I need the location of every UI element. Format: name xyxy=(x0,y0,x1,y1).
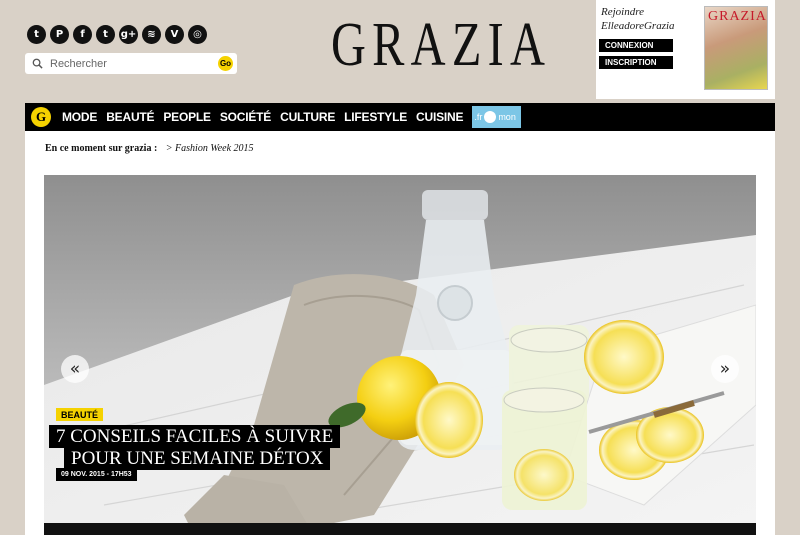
partner-link[interactable]: .fr mon xyxy=(472,106,522,128)
search-input[interactable] xyxy=(50,57,210,70)
cover-title: GRAZIA xyxy=(708,9,767,24)
trending-bar: En ce moment sur grazia : > Fashion Week… xyxy=(45,143,254,154)
nav-item-lifestyle[interactable]: LIFESTYLE xyxy=(344,110,407,124)
instagram-icon[interactable]: ◎ xyxy=(188,25,207,44)
google-plus-icon[interactable]: g+ xyxy=(119,25,138,44)
signup-button[interactable]: INSCRIPTION xyxy=(599,56,673,69)
hero-title-line1: 7 CONSEILS FACILES À SUIVRE xyxy=(49,425,341,448)
site-logo[interactable]: GRAZIA xyxy=(331,10,551,81)
join-line1: Rejoindre xyxy=(601,6,644,18)
join-panel: Rejoindre ElleadoreGrazia CONNEXION INSC… xyxy=(596,0,775,99)
vine-icon[interactable]: V xyxy=(165,25,184,44)
partner-label2: mon xyxy=(498,112,516,122)
publish-date: 09 NOV. 2015 - 17H53 xyxy=(56,468,137,481)
magazine-cover[interactable]: GRAZIA xyxy=(704,6,768,90)
hero-image xyxy=(44,175,756,535)
nav-item-cuisine[interactable]: CUISINE xyxy=(416,110,463,124)
facebook-icon[interactable]: f xyxy=(73,25,92,44)
nav-item-people[interactable]: PEOPLE xyxy=(163,110,211,124)
main-nav: G MODE BEAUTÉ PEOPLE SOCIÉTÉ CULTURE LIF… xyxy=(25,103,775,131)
slider-bottom-bar xyxy=(44,523,756,535)
join-line2: ElleadoreGrazia xyxy=(601,20,675,32)
nav-item-mode[interactable]: MODE xyxy=(62,110,97,124)
tumblr-icon[interactable]: t xyxy=(27,25,46,44)
content-panel: En ce moment sur grazia : > Fashion Week… xyxy=(25,131,775,535)
rss-icon[interactable]: ≋ xyxy=(142,25,161,44)
next-slide-button[interactable]: » xyxy=(711,355,739,383)
social-links: t P f t g+ ≋ V ◎ xyxy=(27,25,207,44)
twitter-icon[interactable]: t xyxy=(96,25,115,44)
pinterest-icon[interactable]: P xyxy=(50,25,69,44)
category-badge[interactable]: BEAUTÉ xyxy=(56,408,104,421)
nav-item-beaute[interactable]: BEAUTÉ xyxy=(106,110,154,124)
partner-logo-icon xyxy=(484,111,497,123)
partner-label: .fr xyxy=(474,112,483,122)
hero-title-line2: POUR UNE SEMAINE DÉTOX xyxy=(64,447,331,470)
search-icon xyxy=(32,58,43,69)
join-text: Rejoindre ElleadoreGrazia xyxy=(601,5,675,33)
trending-label: En ce moment sur grazia : xyxy=(45,143,158,154)
prev-slide-button[interactable]: « xyxy=(61,355,89,383)
hero-slide[interactable]: « » BEAUTÉ 7 CONSEILS FACILES À SUIVRE P… xyxy=(44,175,756,535)
nav-item-culture[interactable]: CULTURE xyxy=(280,110,335,124)
nav-item-societe[interactable]: SOCIÉTÉ xyxy=(220,110,271,124)
trending-link[interactable]: > Fashion Week 2015 xyxy=(166,143,254,154)
home-logo-icon[interactable]: G xyxy=(31,107,51,127)
connect-button[interactable]: CONNEXION xyxy=(599,39,673,52)
search-go-button[interactable]: Go xyxy=(218,56,233,71)
search-bar: Go xyxy=(25,53,237,74)
